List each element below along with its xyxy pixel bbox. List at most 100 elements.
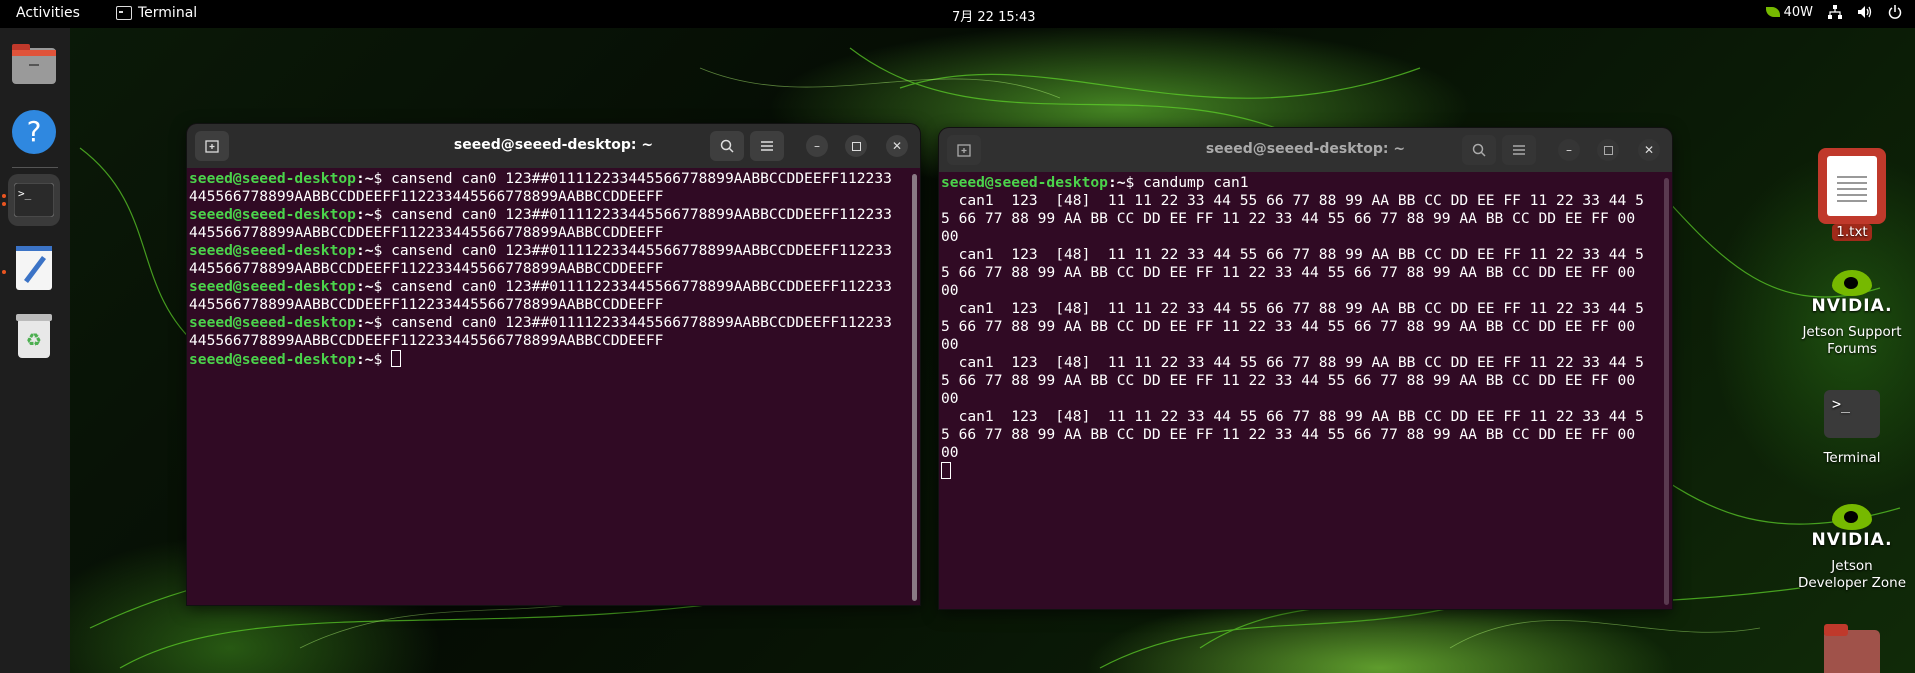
terminal-icon[interactable]: >_: [8, 174, 60, 226]
terminal-window-right[interactable]: seeed@seeed-desktop: ~ – ✕ seeed@seeed-d…: [939, 128, 1672, 609]
maximize-button[interactable]: [845, 135, 867, 157]
files-icon[interactable]: [8, 38, 60, 90]
terminal-line: seeed@seeed-desktop:~$ cansend can0 123#…: [189, 314, 908, 332]
output-text: 5 66 77 88 99 AA BB CC DD EE FF 11 22 33…: [941, 426, 1636, 443]
search-button[interactable]: [1462, 135, 1496, 165]
maximize-button[interactable]: [1597, 139, 1619, 161]
power-indicator[interactable]: 40W: [1765, 5, 1813, 20]
desktop-jetson-developer-zone[interactable]: NVIDIA. Jetson Developer Zone: [1797, 496, 1907, 592]
prompt-path: :~: [355, 351, 374, 368]
prompt-path: :~: [1107, 174, 1126, 191]
close-button[interactable]: ✕: [1638, 139, 1660, 161]
text-cursor: [941, 462, 951, 479]
help-icon[interactable]: ?: [8, 106, 60, 158]
trash-icon[interactable]: ♻: [8, 310, 60, 362]
search-button[interactable]: [710, 131, 744, 161]
terminal-line: can1 123 [48] 11 11 22 33 44 55 66 77 88…: [941, 408, 1660, 426]
output-text: 445566778899AABBCCDDEEFF1122334455667788…: [189, 224, 664, 241]
network-icon[interactable]: [1827, 4, 1843, 20]
dock-separator: [12, 167, 58, 168]
command-text: $ cansend can0 123##01111223344556677889…: [373, 170, 892, 187]
output-text: 00: [941, 336, 959, 353]
text-editor-icon[interactable]: [8, 242, 60, 294]
prompt-path: :~: [355, 278, 374, 295]
prompt-user: seeed@seeed-desktop: [189, 170, 356, 187]
minimize-button[interactable]: –: [1558, 139, 1580, 161]
system-status-area[interactable]: 40W: [1765, 4, 1903, 20]
app-menu[interactable]: Terminal: [116, 5, 197, 21]
output-text: 5 66 77 88 99 AA BB CC DD EE FF 11 22 33…: [941, 210, 1636, 227]
output-text: 5 66 77 88 99 AA BB CC DD EE FF 11 22 33…: [941, 318, 1636, 335]
hamburger-menu-button[interactable]: [750, 131, 784, 161]
text-file-icon: [1827, 156, 1877, 216]
nvidia-logo-icon: NVIDIA.: [1811, 496, 1892, 556]
command-text: $ cansend can0 123##01111223344556677889…: [373, 314, 892, 331]
output-text: 445566778899AABBCCDDEEFF1122334455667788…: [189, 188, 664, 205]
scrollbar[interactable]: [1664, 178, 1669, 605]
folder-icon: [1824, 624, 1880, 673]
running-indicator: [2, 194, 6, 198]
running-indicator: [2, 202, 6, 206]
terminal-output[interactable]: seeed@seeed-desktop:~$ candump can1 can1…: [941, 174, 1660, 609]
jetson-forums-label: Jetson Support Forums: [1802, 324, 1902, 357]
terminal-line: 5 66 77 88 99 AA BB CC DD EE FF 11 22 33…: [941, 372, 1660, 390]
terminal-line: can1 123 [48] 11 11 22 33 44 55 66 77 88…: [941, 192, 1660, 210]
terminal-line: seeed@seeed-desktop:~$ cansend can0 123#…: [189, 242, 908, 260]
terminal-output[interactable]: seeed@seeed-desktop:~$ cansend can0 123#…: [189, 170, 908, 605]
close-button[interactable]: ✕: [886, 135, 908, 157]
output-text: 445566778899AABBCCDDEEFF1122334455667788…: [189, 296, 664, 313]
running-indicator: [2, 270, 6, 274]
svg-text:?: ?: [27, 115, 42, 148]
text-cursor: [391, 350, 402, 367]
terminal-line: 445566778899AABBCCDDEEFF1122334455667788…: [189, 296, 908, 314]
terminal-small-icon: [116, 6, 132, 20]
terminal-line: can1 123 [48] 11 11 22 33 44 55 66 77 88…: [941, 246, 1660, 264]
terminal-line: 5 66 77 88 99 AA BB CC DD EE FF 11 22 33…: [941, 318, 1660, 336]
window-titlebar[interactable]: seeed@seeed-desktop: ~ – ✕: [187, 124, 920, 168]
desktop-jetson-support-forums[interactable]: NVIDIA. Jetson Support Forums: [1797, 262, 1907, 358]
terminal-line: 00: [941, 444, 1660, 462]
desktop-file-1txt[interactable]: 1.txt: [1797, 148, 1907, 241]
terminal-icon: >_: [1824, 390, 1880, 438]
output-text: can1 123 [48] 11 11 22 33 44 55 66 77 88…: [941, 408, 1644, 425]
file-label: 1.txt: [1832, 224, 1872, 241]
terminal-label: Terminal: [1823, 450, 1881, 466]
terminal-line: 00: [941, 228, 1660, 246]
power-icon[interactable]: [1887, 4, 1903, 20]
scrollbar[interactable]: [912, 174, 917, 601]
terminal-line: seeed@seeed-desktop:~$ cansend can0 123#…: [189, 170, 908, 188]
output-text: 00: [941, 228, 959, 245]
prompt-path: :~: [355, 206, 374, 223]
output-text: 5 66 77 88 99 AA BB CC DD EE FF 11 22 33…: [941, 264, 1636, 281]
terminal-line: 445566778899AABBCCDDEEFF1122334455667788…: [189, 224, 908, 242]
clock[interactable]: 7月 22 15:43: [952, 6, 1036, 25]
output-text: can1 123 [48] 11 11 22 33 44 55 66 77 88…: [941, 354, 1644, 371]
activities-button[interactable]: Activities: [16, 5, 80, 21]
terminal-window-left[interactable]: seeed@seeed-desktop: ~ – ✕ seeed@seeed-d…: [187, 124, 920, 605]
terminal-line: 00: [941, 336, 1660, 354]
command-text: $ cansend can0 123##01111223344556677889…: [373, 206, 892, 223]
app-name: Terminal: [138, 5, 198, 21]
command-text: $: [373, 351, 392, 368]
terminal-line: can1 123 [48] 11 11 22 33 44 55 66 77 88…: [941, 300, 1660, 318]
prompt-path: :~: [355, 170, 374, 187]
nvidia-logo-icon: NVIDIA.: [1811, 262, 1892, 322]
hamburger-menu-button[interactable]: [1502, 135, 1536, 165]
desktop-home-folder[interactable]: [1797, 622, 1907, 673]
window-titlebar[interactable]: seeed@seeed-desktop: ~ – ✕: [939, 128, 1672, 172]
terminal-line: 445566778899AABBCCDDEEFF1122334455667788…: [189, 260, 908, 278]
output-text: 445566778899AABBCCDDEEFF1122334455667788…: [189, 332, 664, 349]
command-text: $ cansend can0 123##01111223344556677889…: [373, 278, 892, 295]
prompt-user: seeed@seeed-desktop: [189, 351, 356, 368]
prompt-path: :~: [355, 314, 374, 331]
output-text: 00: [941, 282, 959, 299]
terminal-line: 5 66 77 88 99 AA BB CC DD EE FF 11 22 33…: [941, 426, 1660, 444]
terminal-line: seeed@seeed-desktop:~$: [189, 350, 908, 369]
jetson-zone-label: Jetson Developer Zone: [1797, 558, 1907, 591]
output-text: 00: [941, 444, 959, 461]
minimize-button[interactable]: –: [806, 135, 828, 157]
terminal-line: seeed@seeed-desktop:~$ cansend can0 123#…: [189, 206, 908, 224]
volume-icon[interactable]: [1857, 4, 1873, 20]
desktop-terminal[interactable]: >_ Terminal: [1797, 384, 1907, 467]
terminal-line: 445566778899AABBCCDDEEFF1122334455667788…: [189, 188, 908, 206]
